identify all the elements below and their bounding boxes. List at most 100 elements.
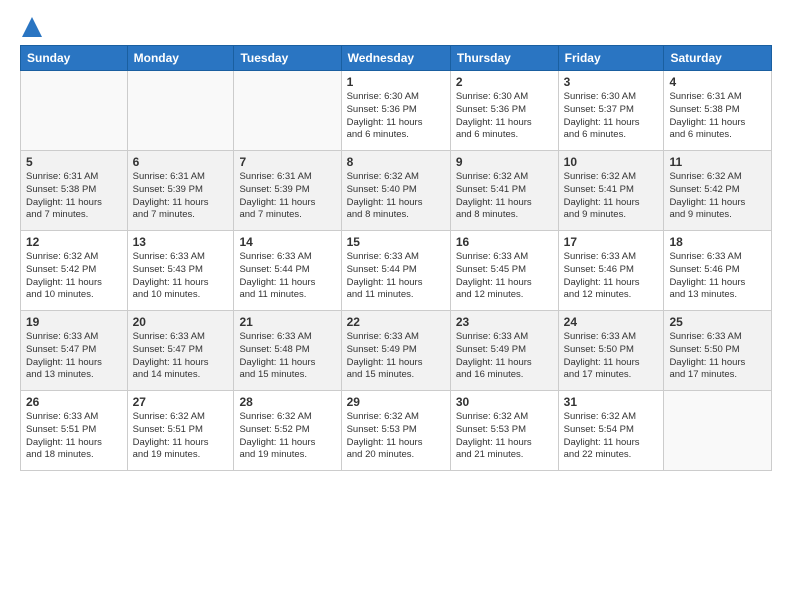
calendar-cell: 29 Sunrise: 6:32 AM Sunset: 5:53 PM Dayli… (341, 391, 450, 471)
day-info: Sunrise: 6:32 AM Sunset: 5:54 PM Dayligh… (564, 411, 659, 462)
day-info: Sunrise: 6:30 AM Sunset: 5:36 PM Dayligh… (456, 91, 553, 142)
day-info: Sunrise: 6:33 AM Sunset: 5:47 PM Dayligh… (26, 331, 122, 382)
day-info: Sunrise: 6:33 AM Sunset: 5:46 PM Dayligh… (564, 251, 659, 302)
calendar-cell: 25 Sunrise: 6:33 AM Sunset: 5:50 PM Dayli… (664, 311, 772, 391)
day-info: Sunrise: 6:32 AM Sunset: 5:42 PM Dayligh… (669, 171, 766, 222)
calendar-cell: 9Sunrise: 6:32 AM Sunset: 5:41 PM Daylig… (450, 151, 558, 231)
calendar-cell: 19 Sunrise: 6:33 AM Sunset: 5:47 PM Dayli… (21, 311, 128, 391)
day-info: Sunrise: 6:31 AM Sunset: 5:39 PM Dayligh… (239, 171, 335, 222)
calendar-cell: 31 Sunrise: 6:32 AM Sunset: 5:54 PM Dayli… (558, 391, 664, 471)
weekday-header-sunday: Sunday (21, 46, 128, 71)
calendar-cell: 26 Sunrise: 6:33 AM Sunset: 5:51 PM Dayli… (21, 391, 128, 471)
day-info: Sunrise: 6:33 AM Sunset: 5:49 PM Dayligh… (456, 331, 553, 382)
calendar-cell: 1 Sunrise: 6:30 AM Sunset: 5:36 PM Daylig… (341, 71, 450, 151)
calendar-cell: 21Sunrise: 6:33 AM Sunset: 5:48 PM Dayli… (234, 311, 341, 391)
day-number: 3 (564, 75, 659, 89)
day-info: Sunrise: 6:30 AM Sunset: 5:37 PM Dayligh… (564, 91, 659, 142)
day-info: Sunrise: 6:30 AM Sunset: 5:36 PM Dayligh… (347, 91, 445, 142)
day-info: Sunrise: 6:32 AM Sunset: 5:52 PM Dayligh… (239, 411, 335, 462)
day-number: 12 (26, 235, 122, 249)
calendar-cell: 2 Sunrise: 6:30 AM Sunset: 5:36 PM Daylig… (450, 71, 558, 151)
day-info: Sunrise: 6:33 AM Sunset: 5:44 PM Dayligh… (347, 251, 445, 302)
day-info: Sunrise: 6:32 AM Sunset: 5:42 PM Dayligh… (26, 251, 122, 302)
calendar-cell (21, 71, 128, 151)
day-info: Sunrise: 6:32 AM Sunset: 5:41 PM Dayligh… (456, 171, 553, 222)
calendar-cell: 3 Sunrise: 6:30 AM Sunset: 5:37 PM Daylig… (558, 71, 664, 151)
calendar-cell: 10 Sunrise: 6:32 AM Sunset: 5:41 PM Dayli… (558, 151, 664, 231)
day-number: 19 (26, 315, 122, 329)
day-number: 2 (456, 75, 553, 89)
day-number: 31 (564, 395, 659, 409)
calendar-cell (664, 391, 772, 471)
weekday-header-saturday: Saturday (664, 46, 772, 71)
calendar-cell: 23 Sunrise: 6:33 AM Sunset: 5:49 PM Dayli… (450, 311, 558, 391)
day-info: Sunrise: 6:31 AM Sunset: 5:38 PM Dayligh… (26, 171, 122, 222)
day-info: Sunrise: 6:33 AM Sunset: 5:44 PM Dayligh… (239, 251, 335, 302)
day-info: Sunrise: 6:32 AM Sunset: 5:41 PM Dayligh… (564, 171, 659, 222)
day-info: Sunrise: 6:33 AM Sunset: 5:51 PM Dayligh… (26, 411, 122, 462)
day-info: Sunrise: 6:33 AM Sunset: 5:49 PM Dayligh… (347, 331, 445, 382)
calendar-cell: 11 Sunrise: 6:32 AM Sunset: 5:42 PM Dayli… (664, 151, 772, 231)
day-info: Sunrise: 6:33 AM Sunset: 5:50 PM Dayligh… (564, 331, 659, 382)
day-number: 14 (239, 235, 335, 249)
calendar-cell: 28Sunrise: 6:32 AM Sunset: 5:52 PM Dayli… (234, 391, 341, 471)
page: SundayMondayTuesdayWednesdayThursdayFrid… (0, 0, 792, 612)
calendar-cell: 24 Sunrise: 6:33 AM Sunset: 5:50 PM Dayli… (558, 311, 664, 391)
calendar-cell: 15Sunrise: 6:33 AM Sunset: 5:44 PM Dayli… (341, 231, 450, 311)
day-number: 30 (456, 395, 553, 409)
weekday-header-row: SundayMondayTuesdayWednesdayThursdayFrid… (21, 46, 772, 71)
calendar-cell: 7 Sunrise: 6:31 AM Sunset: 5:39 PM Daylig… (234, 151, 341, 231)
calendar-cell (234, 71, 341, 151)
day-number: 8 (347, 155, 445, 169)
week-row-4: 19 Sunrise: 6:33 AM Sunset: 5:47 PM Dayli… (21, 311, 772, 391)
day-number: 18 (669, 235, 766, 249)
weekday-header-friday: Friday (558, 46, 664, 71)
calendar-cell: 4 Sunrise: 6:31 AM Sunset: 5:38 PM Daylig… (664, 71, 772, 151)
calendar-cell: 30 Sunrise: 6:32 AM Sunset: 5:53 PM Dayli… (450, 391, 558, 471)
day-number: 29 (347, 395, 445, 409)
calendar-cell: 17Sunrise: 6:33 AM Sunset: 5:46 PM Dayli… (558, 231, 664, 311)
day-info: Sunrise: 6:32 AM Sunset: 5:40 PM Dayligh… (347, 171, 445, 222)
day-number: 5 (26, 155, 122, 169)
logo-area (20, 16, 42, 37)
day-number: 7 (239, 155, 335, 169)
day-info: Sunrise: 6:32 AM Sunset: 5:53 PM Dayligh… (456, 411, 553, 462)
day-number: 22 (347, 315, 445, 329)
day-info: Sunrise: 6:31 AM Sunset: 5:39 PM Dayligh… (133, 171, 229, 222)
header (20, 16, 772, 37)
day-info: Sunrise: 6:32 AM Sunset: 5:53 PM Dayligh… (347, 411, 445, 462)
calendar-cell: 16 Sunrise: 6:33 AM Sunset: 5:45 PM Dayli… (450, 231, 558, 311)
day-number: 10 (564, 155, 659, 169)
weekday-header-thursday: Thursday (450, 46, 558, 71)
week-row-3: 12 Sunrise: 6:32 AM Sunset: 5:42 PM Dayli… (21, 231, 772, 311)
weekday-header-monday: Monday (127, 46, 234, 71)
calendar-cell: 20Sunrise: 6:33 AM Sunset: 5:47 PM Dayli… (127, 311, 234, 391)
day-number: 26 (26, 395, 122, 409)
day-info: Sunrise: 6:33 AM Sunset: 5:45 PM Dayligh… (456, 251, 553, 302)
day-number: 20 (133, 315, 229, 329)
day-number: 11 (669, 155, 766, 169)
day-info: Sunrise: 6:33 AM Sunset: 5:50 PM Dayligh… (669, 331, 766, 382)
day-number: 23 (456, 315, 553, 329)
calendar-cell: 13 Sunrise: 6:33 AM Sunset: 5:43 PM Dayli… (127, 231, 234, 311)
day-number: 6 (133, 155, 229, 169)
calendar-cell: 14 Sunrise: 6:33 AM Sunset: 5:44 PM Dayli… (234, 231, 341, 311)
day-number: 24 (564, 315, 659, 329)
calendar-cell: 8 Sunrise: 6:32 AM Sunset: 5:40 PM Daylig… (341, 151, 450, 231)
calendar-cell: 5 Sunrise: 6:31 AM Sunset: 5:38 PM Daylig… (21, 151, 128, 231)
week-row-1: 1 Sunrise: 6:30 AM Sunset: 5:36 PM Daylig… (21, 71, 772, 151)
calendar-cell: 27Sunrise: 6:32 AM Sunset: 5:51 PM Dayli… (127, 391, 234, 471)
day-number: 16 (456, 235, 553, 249)
day-number: 1 (347, 75, 445, 89)
day-number: 21 (239, 315, 335, 329)
day-number: 13 (133, 235, 229, 249)
day-info: Sunrise: 6:33 AM Sunset: 5:43 PM Dayligh… (133, 251, 229, 302)
day-info: Sunrise: 6:33 AM Sunset: 5:46 PM Dayligh… (669, 251, 766, 302)
weekday-header-tuesday: Tuesday (234, 46, 341, 71)
day-info: Sunrise: 6:31 AM Sunset: 5:38 PM Dayligh… (669, 91, 766, 142)
day-number: 25 (669, 315, 766, 329)
calendar-table: SundayMondayTuesdayWednesdayThursdayFrid… (20, 45, 772, 471)
calendar-cell: 22 Sunrise: 6:33 AM Sunset: 5:49 PM Dayli… (341, 311, 450, 391)
day-number: 4 (669, 75, 766, 89)
calendar-cell: 12 Sunrise: 6:32 AM Sunset: 5:42 PM Dayli… (21, 231, 128, 311)
